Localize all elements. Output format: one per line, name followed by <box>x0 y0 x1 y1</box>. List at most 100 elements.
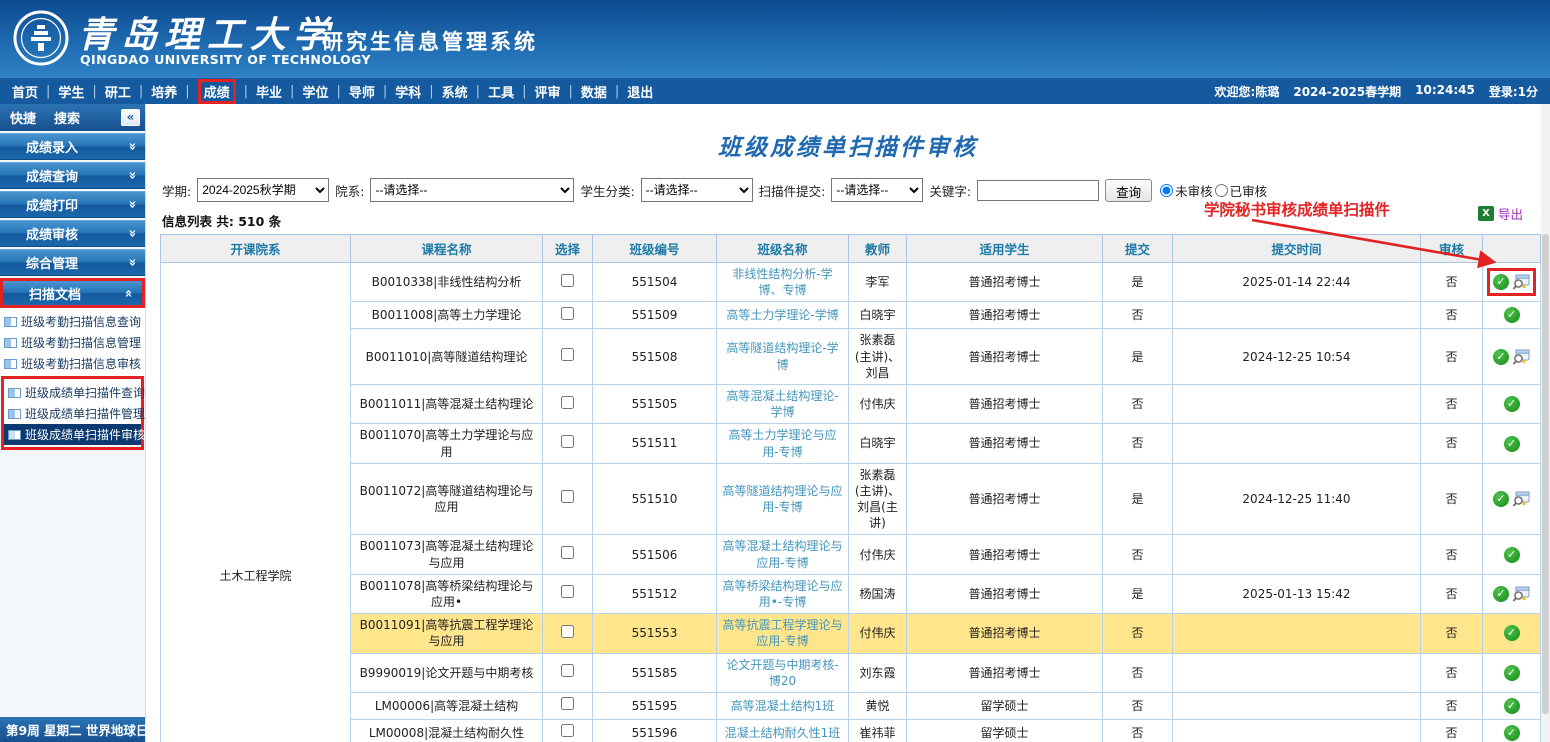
preview-scan-icon[interactable] <box>1512 349 1530 365</box>
department-select[interactable]: --请选择-- <box>370 178 574 202</box>
class-name-link[interactable]: 高等混凝土结构理论-学博 <box>726 389 838 419</box>
approve-check-icon[interactable] <box>1504 665 1520 681</box>
approve-check-icon[interactable] <box>1504 307 1520 323</box>
sidebar-group[interactable]: 综合管理 <box>0 249 145 276</box>
sidebar-item[interactable]: 班级成绩单扫描件查询 <box>4 382 141 403</box>
class-name-link[interactable]: 论文开题与中期考核-博20 <box>726 658 838 688</box>
tab-search[interactable]: 搜索 <box>54 108 80 127</box>
class-name-link[interactable]: 高等隧道结构理论-学博 <box>726 341 838 371</box>
student-type-cell: 留学硕士 <box>907 692 1103 719</box>
row-select-checkbox[interactable] <box>561 490 574 503</box>
approve-check-icon[interactable] <box>1493 349 1509 365</box>
sidebar-item[interactable]: 班级考勤扫描信息查询 <box>0 311 145 332</box>
approve-check-icon[interactable] <box>1504 725 1520 741</box>
nav-item[interactable]: 毕业 <box>256 82 302 101</box>
row-select-checkbox[interactable] <box>561 724 574 737</box>
preview-scan-icon[interactable] <box>1512 491 1530 507</box>
class-name-link[interactable]: 高等抗震工程学理论与应用-专博 <box>722 618 842 648</box>
class-number-cell: 551596 <box>593 719 717 742</box>
row-select-checkbox[interactable] <box>561 625 574 638</box>
class-name-link[interactable]: 高等混凝土结构理论与应用-专博 <box>722 539 842 569</box>
reviewed-cell: 否 <box>1421 614 1483 653</box>
row-select-checkbox[interactable] <box>561 546 574 559</box>
nav-item[interactable]: 学科 <box>395 82 441 101</box>
nav-item[interactable]: 培养 <box>151 82 197 101</box>
class-name-link[interactable]: 高等混凝土结构1班 <box>731 699 835 713</box>
nav-item[interactable]: 学位 <box>302 82 348 101</box>
nav-item[interactable]: 导师 <box>349 82 395 101</box>
sidebar-collapse-icon[interactable] <box>121 109 140 126</box>
semester-select[interactable]: 2024-2025秋学期 <box>197 178 329 202</box>
vertical-scrollbar[interactable] <box>1541 104 1550 742</box>
nav-item[interactable]: 系统 <box>442 82 488 101</box>
approve-check-icon[interactable] <box>1504 625 1520 641</box>
class-name-link[interactable]: 非线性结构分析-学博、专博 <box>732 267 832 297</box>
approve-check-icon[interactable] <box>1504 396 1520 412</box>
actions-cell <box>1483 329 1541 385</box>
query-button[interactable]: 查询 <box>1105 179 1152 202</box>
nav-item[interactable]: 数据 <box>581 82 627 101</box>
nav-item[interactable]: 成绩 <box>198 82 256 101</box>
sidebar-group[interactable]: 成绩审核 <box>0 220 145 247</box>
nav-item[interactable]: 研工 <box>105 82 151 101</box>
course-name-cell: B0011073|高等混凝土结构理论与应用 <box>351 535 543 574</box>
nav-item[interactable]: 评审 <box>534 82 580 101</box>
row-select-checkbox[interactable] <box>561 348 574 361</box>
table-row: B0011073|高等混凝土结构理论与应用 551506 高等混凝土结构理论与应… <box>161 535 1541 574</box>
sidebar-groups: 成绩录入 成绩查询 成绩打印 成绩审核 综合管理 扫描文档 <box>0 131 145 308</box>
row-select-checkbox[interactable] <box>561 585 574 598</box>
actions-cell <box>1483 424 1541 463</box>
student-type-cell: 普通招考博士 <box>907 302 1103 329</box>
radio-unreviewed[interactable]: 未审核 <box>1160 181 1213 200</box>
row-select-checkbox[interactable] <box>561 664 574 677</box>
radio-reviewed[interactable]: 已审核 <box>1215 181 1268 200</box>
sidebar-item[interactable]: 班级考勤扫描信息审核 <box>0 353 145 374</box>
table-row: LM00006|高等混凝土结构 551595 高等混凝土结构1班 黄悦 留学硕士… <box>161 692 1541 719</box>
sidebar-group[interactable]: 扫描文档 <box>0 278 145 308</box>
document-icon <box>4 317 17 327</box>
chevron-double-icon <box>124 142 139 150</box>
student-type-select[interactable]: --请选择-- <box>641 178 753 202</box>
approve-check-icon[interactable] <box>1493 274 1509 290</box>
nav-item[interactable]: 退出 <box>627 82 653 101</box>
nav-item[interactable]: 学生 <box>58 82 104 101</box>
approve-check-icon[interactable] <box>1493 491 1509 507</box>
sidebar-group[interactable]: 成绩打印 <box>0 191 145 218</box>
approve-check-icon[interactable] <box>1504 436 1520 452</box>
actions-cell <box>1483 535 1541 574</box>
submit-time-cell <box>1173 653 1421 692</box>
university-logo-icon <box>12 9 70 70</box>
sidebar-item[interactable]: 班级考勤扫描信息管理 <box>0 332 145 353</box>
actions-cell <box>1483 653 1541 692</box>
row-select-checkbox[interactable] <box>561 697 574 710</box>
page-title: 班级成绩单扫描件审核 <box>146 128 1550 162</box>
class-name-link[interactable]: 混凝土结构耐久性1班 <box>725 726 841 740</box>
sidebar-item[interactable]: 班级成绩单扫描件审核 <box>4 424 141 445</box>
approve-check-icon[interactable] <box>1504 698 1520 714</box>
nav-item[interactable]: 首页 <box>12 82 58 101</box>
sidebar-item[interactable]: 班级成绩单扫描件管理 <box>4 403 141 424</box>
submit-time-cell: 2025-01-13 15:42 <box>1173 574 1421 613</box>
row-select-checkbox[interactable] <box>561 274 574 287</box>
sidebar-group[interactable]: 成绩录入 <box>0 133 145 160</box>
class-name-link[interactable]: 高等土力学理论与应用-专博 <box>728 428 836 458</box>
table-row: B0011091|高等抗震工程学理论与应用 551553 高等抗震工程学理论与应… <box>161 614 1541 653</box>
preview-scan-icon[interactable] <box>1512 274 1530 290</box>
row-select-checkbox[interactable] <box>561 307 574 320</box>
approve-check-icon[interactable] <box>1493 586 1509 602</box>
class-name-link[interactable]: 高等土力学理论-学博 <box>726 308 838 322</box>
course-name-cell: B0011008|高等土力学理论 <box>351 302 543 329</box>
row-select-checkbox[interactable] <box>561 435 574 448</box>
preview-scan-icon[interactable] <box>1512 586 1530 602</box>
class-name-link[interactable]: 高等隧道结构理论与应用-专博 <box>722 484 842 514</box>
keyword-input[interactable] <box>977 180 1099 201</box>
approve-check-icon[interactable] <box>1504 547 1520 563</box>
scan-submit-select[interactable]: --请选择-- <box>831 178 923 202</box>
class-name-link[interactable]: 高等桥梁结构理论与应用•-专博 <box>722 579 842 609</box>
tab-quick[interactable]: 快捷 <box>10 108 36 127</box>
row-select-checkbox[interactable] <box>561 396 574 409</box>
sidebar-group[interactable]: 成绩查询 <box>0 162 145 189</box>
scrollbar-thumb[interactable] <box>1542 234 1549 714</box>
nav-item[interactable]: 工具 <box>488 82 534 101</box>
export-button[interactable]: 导出 <box>1478 204 1523 223</box>
